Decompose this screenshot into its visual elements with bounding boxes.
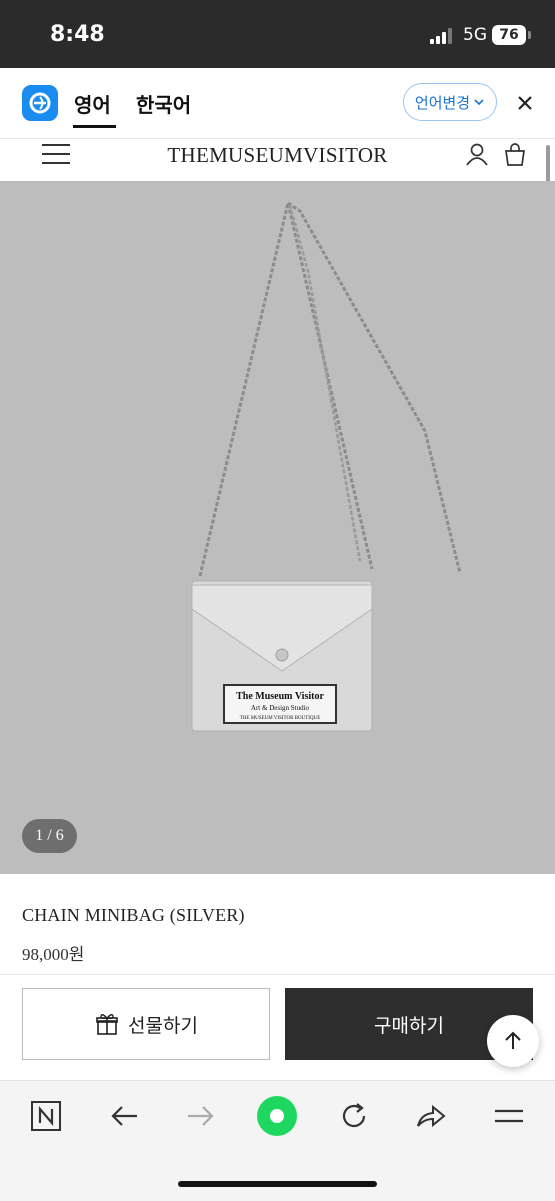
user-icon[interactable]	[464, 141, 490, 167]
green-dot-icon[interactable]	[256, 1095, 298, 1137]
gift-label: 선물하기	[128, 1014, 198, 1037]
status-bar: 8:48 5G 76	[0, 0, 555, 68]
product-price: 98,000원	[22, 945, 85, 964]
buy-label: 구매하기	[374, 1014, 444, 1037]
home-indicator[interactable]	[178, 1181, 377, 1187]
gift-button[interactable]: 선물하기	[22, 988, 270, 1060]
shopping-bag-icon[interactable]	[502, 141, 528, 167]
tag-line-3: THE MUSEUM VISITOR BOUTIQUE	[240, 716, 321, 721]
gift-icon	[96, 1014, 118, 1035]
tab-english[interactable]: 영어	[74, 89, 111, 118]
divider	[0, 974, 555, 975]
naver-home-icon[interactable]	[28, 1098, 64, 1134]
tab-korean[interactable]: 한국어	[136, 89, 191, 118]
page-scrollbar[interactable]	[546, 145, 550, 185]
signal-icon	[430, 28, 456, 44]
battery-tip	[528, 31, 531, 39]
change-language-button[interactable]: 언어변경	[403, 83, 497, 121]
tag-line-2: Art & Design Studio	[251, 704, 310, 712]
product-image[interactable]: The Museum Visitor Art & Design Studio T…	[0, 181, 555, 874]
active-tab-indicator	[73, 125, 116, 128]
chevron-down-icon	[474, 99, 484, 106]
reload-icon[interactable]	[336, 1098, 372, 1134]
minibag-photo: The Museum Visitor Art & Design Studio T…	[191, 201, 462, 732]
scroll-top-button[interactable]	[487, 1015, 539, 1067]
share-icon[interactable]	[413, 1098, 449, 1134]
tag-line-1: The Museum Visitor	[236, 691, 324, 702]
product-name: CHAIN MINIBAG (SILVER)	[22, 905, 245, 925]
status-time: 8:48	[50, 22, 105, 47]
menu-lines-icon[interactable]	[491, 1098, 527, 1134]
network-label: 5G	[463, 25, 487, 45]
arrow-up-icon	[505, 1031, 521, 1049]
translator-logo-icon	[22, 85, 58, 121]
back-arrow-icon[interactable]	[106, 1098, 142, 1134]
image-counter: 1 / 6	[22, 819, 77, 853]
battery-icon: 76	[492, 25, 526, 45]
close-icon[interactable]	[514, 92, 536, 114]
forward-arrow-icon[interactable]	[183, 1098, 219, 1134]
change-language-label: 언어변경	[414, 93, 471, 112]
